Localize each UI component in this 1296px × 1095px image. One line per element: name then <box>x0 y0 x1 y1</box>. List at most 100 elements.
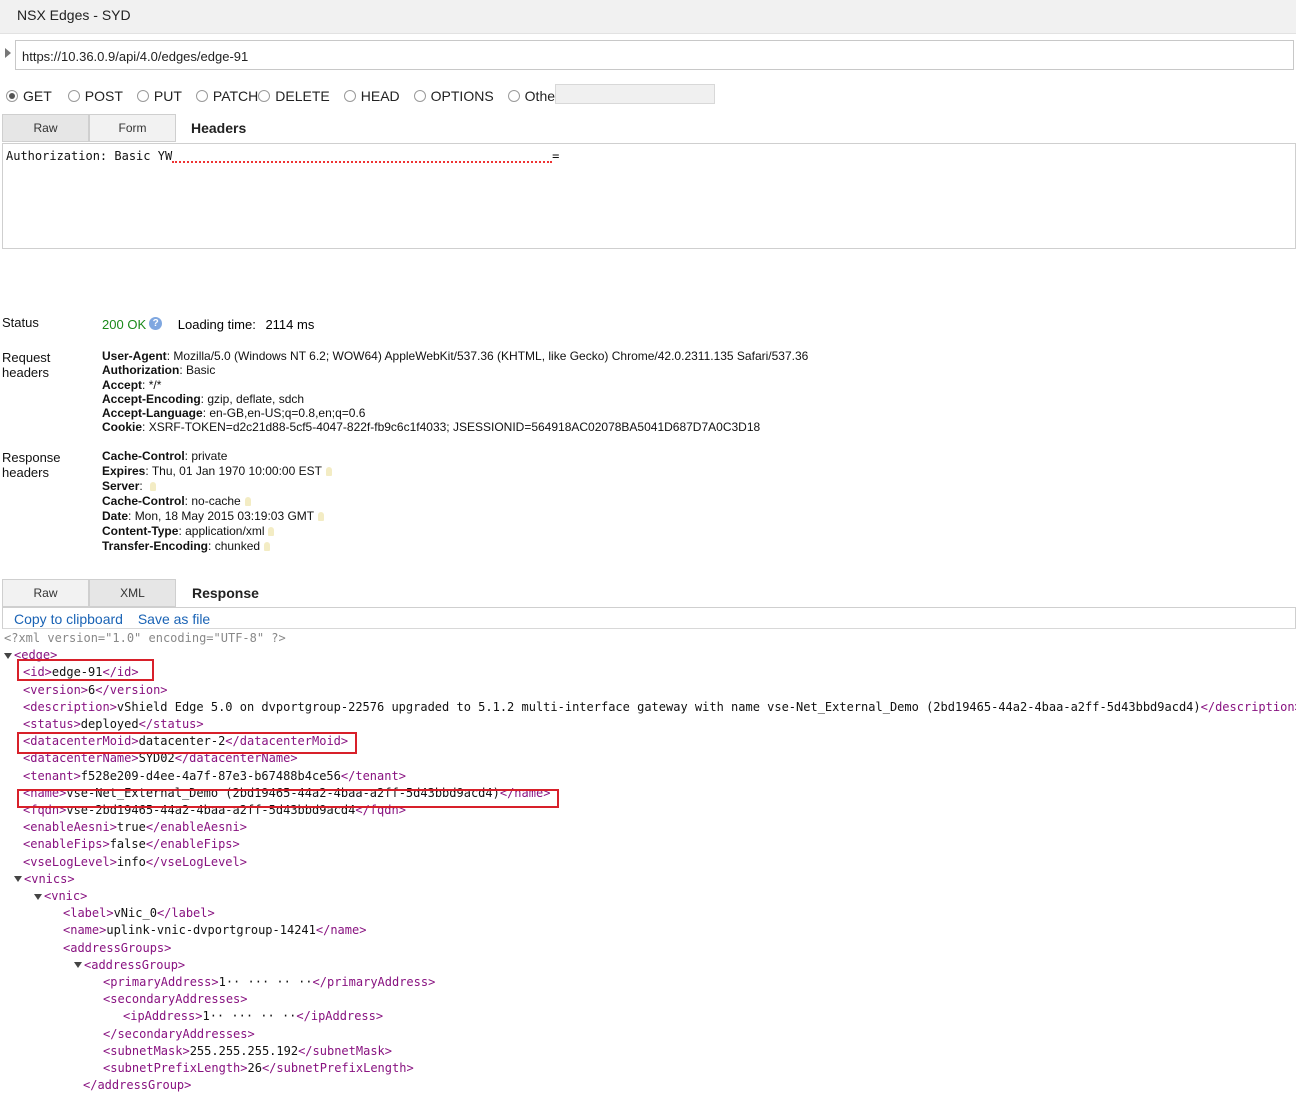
tab-raw-response[interactable]: Raw <box>2 579 89 607</box>
header-name: Expires <box>102 464 146 478</box>
tab-xml-response[interactable]: XML <box>89 579 176 607</box>
xml-element-subnetPrefixLength: <subnetPrefixLength>26</subnetPrefixLeng… <box>103 1061 414 1075</box>
request-header-row: Authorization: Basic <box>102 363 216 378</box>
radio-delete[interactable] <box>258 90 271 102</box>
header-value: application/xml <box>185 524 265 538</box>
status-label: Status <box>2 315 39 330</box>
xml-element-enableAesni: <enableAesni>true</enableAesni> <box>23 820 247 835</box>
xml-element-label: <label>vNic_0</label> <box>63 906 215 921</box>
header-name: Accept-Language <box>102 406 203 421</box>
status-line: 200 OK? Loading time: 2114 ms <box>102 317 314 332</box>
hint-bulb-icon[interactable] <box>325 467 332 477</box>
status-text: OK <box>127 317 147 332</box>
request-header-row: User-Agent: Mozilla/5.0 (Windows NT 6.2;… <box>102 349 809 363</box>
hint-bulb-icon[interactable] <box>268 527 275 537</box>
copy-to-clipboard-link[interactable]: Copy to clipboard <box>14 611 123 627</box>
xml-element-subnetMask: <subnetMask>255.255.255.192</subnetMask> <box>103 1043 392 1058</box>
request-headers-label: Request headers <box>2 350 51 380</box>
method-label: PATCH <box>212 88 259 104</box>
tab-form-headers[interactable]: Form <box>89 114 176 142</box>
response-header-row: Server: <box>102 479 332 494</box>
collapse-toggle-icon[interactable] <box>34 893 42 900</box>
xml-declaration: <?xml version="1.0" encoding="UTF-8" ?> <box>4 631 286 645</box>
highlight-id <box>17 659 154 681</box>
save-as-file-link[interactable]: Save as file <box>138 611 210 627</box>
radio-head[interactable] <box>343 90 356 102</box>
tab-raw-headers[interactable]: Raw <box>2 114 89 142</box>
xml-response-viewer: <?xml version="1.0" encoding="UTF-8" ?> <… <box>2 629 1296 1095</box>
response-header-row: Date: Mon, 18 May 2015 03:19:03 GMT <box>102 509 332 524</box>
request-headers-textarea[interactable]: Authorization: Basic YW = <box>2 143 1296 249</box>
header-name: Content-Type <box>102 524 179 538</box>
header-value: Mozilla/5.0 (Windows NT 6.2; WOW64) Appl… <box>173 349 809 363</box>
response-headers-list: Cache-Control: private Expires: Thu, 01 J… <box>102 449 332 554</box>
xml-open-secondaryAddresses: <secondaryAddresses> <box>103 992 248 1007</box>
header-value: private <box>191 449 228 463</box>
method-label: HEAD <box>360 88 400 104</box>
hint-bulb-icon[interactable] <box>318 512 325 522</box>
other-method-input[interactable] <box>555 84 715 104</box>
method-put[interactable]: PUT <box>136 88 182 104</box>
xml-element-ipAddress: <ipAddress>1·· ··· ·· ··</ipAddress> <box>123 1009 384 1024</box>
method-label: DELETE <box>275 88 330 104</box>
method-options[interactable]: OPTIONS <box>413 88 494 104</box>
xml-open-addressGroups: <addressGroups> <box>63 940 172 955</box>
hint-bulb-icon[interactable] <box>244 497 251 507</box>
header-name: Cookie <box>102 420 143 435</box>
radio-post[interactable] <box>67 90 80 102</box>
method-get[interactable]: GET <box>6 88 52 104</box>
method-post[interactable]: POST <box>67 88 123 104</box>
loading-time-value: 2114 ms <box>265 317 315 332</box>
radio-options[interactable] <box>413 90 426 102</box>
request-header-row: Accept-Language: en-GB,en-US;q=0.8,en;q=… <box>102 406 366 421</box>
method-delete[interactable]: DELETE <box>258 88 330 104</box>
method-radio-group: GET POST PUT PATCH DELETE HEAD OPTIONS Other <box>6 86 560 106</box>
response-header-row: Expires: Thu, 01 Jan 1970 10:00:00 EST <box>102 464 332 479</box>
xml-close-secondaryAddresses: </secondaryAddresses> <box>103 1026 255 1041</box>
xml-element-status: <status>deployed</status> <box>23 717 204 731</box>
radio-other[interactable] <box>507 90 520 102</box>
xml-open-vnics: <vnics> <box>14 871 75 888</box>
response-header-row: Cache-Control: no-cache <box>102 494 332 509</box>
xml-element-vseLogLevel: <vseLogLevel>info</vseLogLevel> <box>23 854 247 869</box>
response-headers-label: Response headers <box>2 450 61 480</box>
response-tabbar: Raw XML Response <box>2 579 1296 607</box>
xml-close-addressGroup: </addressGroup> <box>83 1078 192 1093</box>
radio-put[interactable] <box>136 90 149 102</box>
hint-bulb-icon[interactable] <box>264 542 271 552</box>
method-other[interactable]: Other <box>507 88 560 104</box>
help-icon[interactable]: ? <box>149 317 163 330</box>
header-name: Accept-Encoding <box>102 391 201 406</box>
xml-element-name: <name>uplink-vnic-dvportgroup-14241</nam… <box>63 923 367 938</box>
header-name: Cache-Control <box>102 494 185 508</box>
redacted-credentials <box>172 151 553 163</box>
header-name: User-Agent <box>102 349 167 363</box>
url-input[interactable]: https://10.36.0.9/api/4.0/edges/edge-91 <box>15 40 1294 70</box>
method-head[interactable]: HEAD <box>343 88 400 104</box>
header-name: Authorization <box>102 363 180 378</box>
xml-element-primaryAddress: <primaryAddress>1·· ··· ·· ··</primaryAd… <box>103 975 436 989</box>
header-name: Transfer-Encoding <box>102 539 209 553</box>
collapse-toggle-icon[interactable] <box>4 652 12 659</box>
method-label: PUT <box>153 88 182 104</box>
xml-element-description: <description>vShield Edge 5.0 on dvportg… <box>23 699 1296 714</box>
header-value: gzip, deflate, sdch <box>207 391 305 406</box>
expand-url-arrow-icon[interactable] <box>5 48 11 58</box>
xml-element-tenant: <tenant>f528e209-d4ee-4a7f-87e3-b67488b4… <box>23 768 406 783</box>
highlight-datacenter-moid <box>17 732 357 754</box>
window-titlebar: NSX Edges - SYD <box>0 0 1296 34</box>
response-section-title: Response <box>192 585 259 601</box>
xml-open-vnic: <vnic> <box>34 888 87 905</box>
header-value: Thu, 01 Jan 1970 10:00:00 EST <box>151 464 322 478</box>
response-header-row: Cache-Control: private <box>102 449 228 463</box>
header-name: Accept <box>102 377 143 392</box>
radio-get[interactable] <box>6 90 18 102</box>
method-patch[interactable]: PATCH <box>195 88 259 104</box>
collapse-toggle-icon[interactable] <box>14 876 22 883</box>
request-headers-list: User-Agent: Mozilla/5.0 (Windows NT 6.2;… <box>102 349 808 435</box>
collapse-toggle-icon[interactable] <box>74 962 82 969</box>
request-header-row: Accept-Encoding: gzip, deflate, sdch <box>102 391 305 406</box>
hint-bulb-icon[interactable] <box>150 482 157 492</box>
request-header-row: Cookie: XSRF-TOKEN=d2c21d88-5cf5-4047-82… <box>102 420 761 435</box>
radio-patch[interactable] <box>195 90 208 102</box>
